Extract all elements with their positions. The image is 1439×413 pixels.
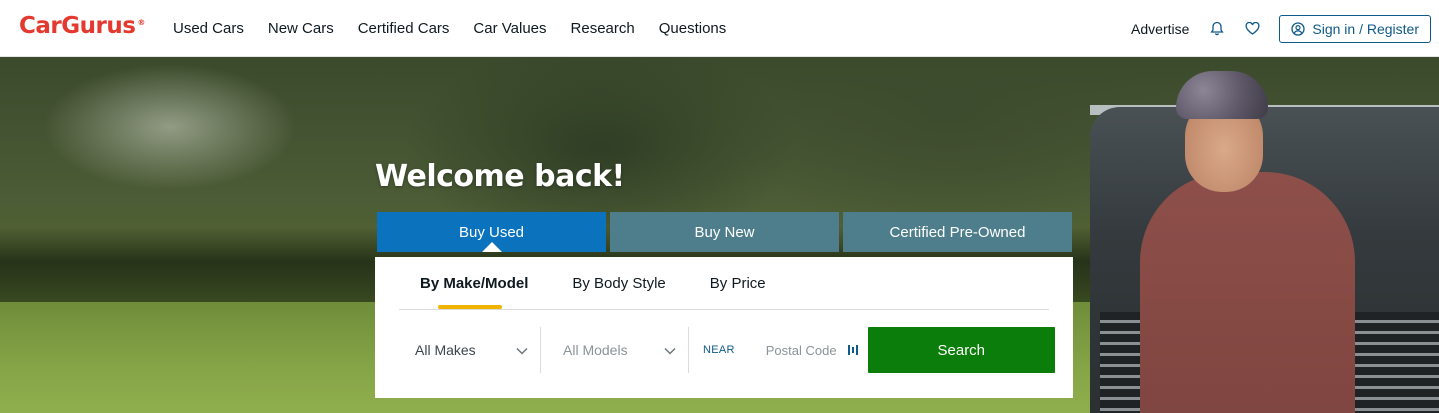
search-panel: By Make/Model By Body Style By Price All… bbox=[375, 257, 1073, 398]
tab-certified-pre-owned[interactable]: Certified Pre-Owned bbox=[843, 212, 1072, 252]
search-type-tabs: Buy Used Buy New Certified Pre-Owned bbox=[377, 212, 1072, 252]
tab-buy-new[interactable]: Buy New bbox=[610, 212, 839, 252]
header-actions: Advertise Sign in / Register bbox=[1131, 0, 1431, 57]
postal-code-input[interactable] bbox=[765, 330, 848, 370]
nav-new-cars[interactable]: New Cars bbox=[268, 20, 334, 37]
makes-select-value: All Makes bbox=[415, 342, 476, 358]
search-form: All Makes All Models NEAR Search bbox=[399, 327, 1055, 373]
nav-questions[interactable]: Questions bbox=[659, 20, 727, 37]
password-manager-icon[interactable] bbox=[847, 344, 858, 356]
tab-buy-used[interactable]: Buy Used bbox=[377, 212, 606, 252]
bell-icon[interactable] bbox=[1209, 21, 1225, 37]
signin-label: Sign in / Register bbox=[1312, 20, 1419, 37]
nav-research[interactable]: Research bbox=[571, 20, 635, 37]
near-label: NEAR bbox=[703, 344, 735, 356]
models-select-value: All Models bbox=[563, 342, 628, 358]
site-header: CarGurus ® Used Cars New Cars Certified C… bbox=[0, 0, 1439, 57]
subtab-body-style[interactable]: By Body Style bbox=[572, 275, 665, 292]
heart-icon[interactable] bbox=[1244, 21, 1260, 37]
cyclist-shirt bbox=[1140, 172, 1355, 413]
advertise-link[interactable]: Advertise bbox=[1131, 21, 1189, 37]
models-select[interactable]: All Models bbox=[547, 327, 689, 373]
cyclist-helmet bbox=[1176, 71, 1268, 119]
hero-banner: Welcome back! Buy Used Buy New Certified… bbox=[0, 57, 1439, 413]
search-subtabs: By Make/Model By Body Style By Price bbox=[399, 257, 1049, 310]
near-location: NEAR bbox=[689, 327, 868, 373]
nav-used-cars[interactable]: Used Cars bbox=[173, 20, 244, 37]
subtab-make-model[interactable]: By Make/Model bbox=[420, 275, 528, 309]
chevron-down-icon bbox=[664, 342, 676, 358]
nav-certified-cars[interactable]: Certified Cars bbox=[358, 20, 450, 37]
signin-register-button[interactable]: Sign in / Register bbox=[1279, 14, 1431, 43]
welcome-heading: Welcome back! bbox=[375, 159, 625, 194]
nav-car-values[interactable]: Car Values bbox=[473, 20, 546, 37]
user-circle-icon bbox=[1291, 21, 1306, 36]
registered-mark: ® bbox=[137, 17, 145, 27]
cargurus-logo[interactable]: CarGurus ® bbox=[19, 12, 145, 40]
logo-text: CarGurus bbox=[19, 13, 136, 39]
search-button[interactable]: Search bbox=[867, 327, 1055, 373]
makes-select[interactable]: All Makes bbox=[399, 327, 541, 373]
chevron-down-icon bbox=[516, 342, 528, 358]
main-nav: Used Cars New Cars Certified Cars Car Va… bbox=[173, 0, 750, 57]
subtab-price[interactable]: By Price bbox=[710, 275, 766, 292]
